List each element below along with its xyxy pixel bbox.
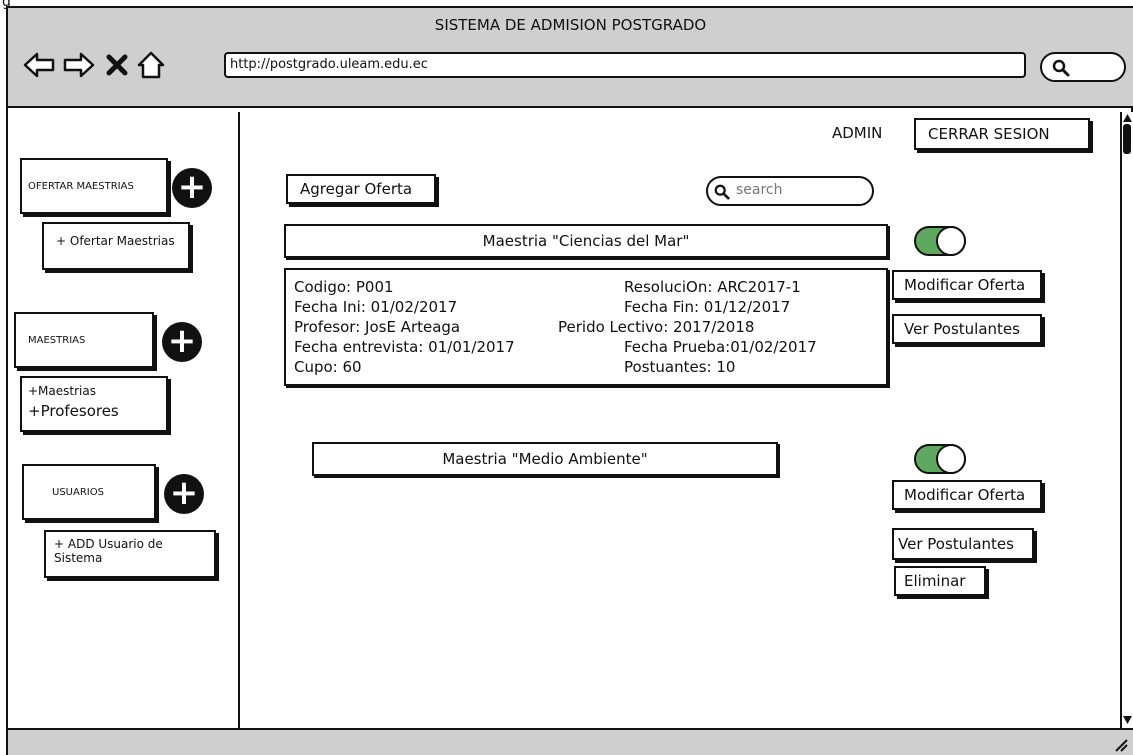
sidebar-item-add-usuario[interactable]: + ADD Usuario de Sistema bbox=[44, 530, 216, 578]
delete-offer-button[interactable]: Eliminar bbox=[894, 566, 986, 596]
browser-chrome: SISTEMA DE ADMISION POSTGRADO http://pos… bbox=[8, 8, 1133, 108]
user-label: ADMIN bbox=[832, 124, 883, 142]
modify-offer-button[interactable]: Modificar Oferta bbox=[892, 270, 1042, 300]
address-bar[interactable]: http://postgrado.uleam.edu.ec bbox=[224, 52, 1026, 78]
browser-window: SISTEMA DE ADMISION POSTGRADO http://pos… bbox=[6, 6, 1133, 755]
offer-periodo: Perido Lectivo: 2017/2018 bbox=[558, 318, 755, 336]
add-maestria-icon[interactable]: + bbox=[162, 322, 202, 362]
offer-fecha-prueba: Fecha Prueba:01/02/2017 bbox=[624, 338, 817, 356]
search-input[interactable]: search bbox=[706, 176, 874, 206]
status-bar bbox=[8, 728, 1133, 755]
add-usuario-icon[interactable]: + bbox=[164, 474, 204, 514]
modify-offer-button[interactable]: Modificar Oferta bbox=[892, 480, 1042, 510]
add-oferta-icon[interactable]: + bbox=[172, 168, 212, 208]
sidebar-section-ofertar-maestrias[interactable]: OFERTAR MAESTRIAS bbox=[20, 158, 168, 214]
forward-arrow-icon bbox=[63, 52, 95, 78]
forward-button[interactable] bbox=[62, 48, 96, 82]
window-title: SISTEMA DE ADMISION POSTGRADO bbox=[434, 16, 707, 34]
sidebar-item-label: + ADD Usuario de Sistema bbox=[54, 537, 163, 565]
close-icon bbox=[106, 54, 128, 76]
search-icon bbox=[714, 184, 730, 200]
sidebar-section-usuarios[interactable]: USUARIOS bbox=[22, 464, 156, 520]
offer-title-bar: Maestria "Ciencias del Mar" bbox=[284, 224, 888, 258]
toggle-knob bbox=[936, 444, 966, 474]
scroll-down-arrow-icon bbox=[1123, 716, 1132, 724]
sidebar-section-maestrias[interactable]: MAESTRIAS bbox=[14, 312, 154, 368]
scrollbar-thumb[interactable] bbox=[1123, 124, 1131, 154]
toggle-knob bbox=[936, 226, 966, 256]
offer-fecha-entrevista: Fecha entrevista: 01/01/2017 bbox=[294, 338, 515, 356]
sidebar: OFERTAR MAESTRIAS + + Ofertar Maestrias … bbox=[8, 112, 240, 731]
back-button[interactable] bbox=[22, 48, 56, 82]
home-button[interactable] bbox=[134, 48, 168, 82]
offer-cupo: Cupo: 60 bbox=[294, 358, 362, 376]
offer-toggle[interactable] bbox=[914, 226, 966, 256]
logout-button[interactable]: CERRAR SESION bbox=[914, 118, 1090, 150]
view-applicants-button[interactable]: Ver Postulantes bbox=[892, 528, 1034, 560]
sidebar-item-group-maestrias: +Maestrias +Profesores bbox=[20, 376, 168, 432]
offer-details-card: Codigo: P001 ResoluciOn: ARC2017-1 Fecha… bbox=[284, 268, 888, 386]
offer-resolucion: ResoluciOn: ARC2017-1 bbox=[624, 278, 801, 296]
home-icon bbox=[137, 51, 165, 79]
offer-profesor: Profesor: JosE Arteaga bbox=[294, 318, 461, 336]
sidebar-section-label: OFERTAR MAESTRIAS bbox=[28, 180, 134, 192]
sidebar-item-profesores[interactable]: +Profesores bbox=[28, 402, 166, 420]
browser-search-button[interactable] bbox=[1040, 52, 1126, 82]
add-offer-button[interactable]: Agregar Oferta bbox=[286, 174, 436, 204]
offer-postulantes: Postuantes: 10 bbox=[624, 358, 736, 376]
offer-fecha-fin: Fecha Fin: 01/12/2017 bbox=[624, 298, 791, 316]
sidebar-item-maestrias[interactable]: +Maestrias bbox=[28, 384, 166, 398]
vertical-scrollbar[interactable] bbox=[1120, 112, 1133, 728]
offer-fecha-ini: Fecha Ini: 01/02/2017 bbox=[294, 298, 458, 316]
resize-grip-icon[interactable] bbox=[1112, 736, 1128, 752]
offer-toggle[interactable] bbox=[914, 444, 966, 474]
search-placeholder: search bbox=[736, 182, 783, 198]
sidebar-item-ofertar-maestrias[interactable]: + Ofertar Maestrias bbox=[42, 222, 190, 270]
offer-title: Maestria "Medio Ambiente" bbox=[442, 450, 648, 468]
stop-button[interactable] bbox=[100, 48, 134, 82]
offer-title: Maestria "Ciencias del Mar" bbox=[482, 232, 690, 250]
offer-title-bar: Maestria "Medio Ambiente" bbox=[312, 442, 778, 476]
offer-codigo: Codigo: P001 bbox=[294, 278, 394, 296]
view-applicants-button[interactable]: Ver Postulantes bbox=[892, 314, 1042, 344]
sidebar-section-label: MAESTRIAS bbox=[28, 334, 86, 346]
back-arrow-icon bbox=[23, 52, 55, 78]
scroll-up-arrow-icon bbox=[1123, 114, 1132, 122]
sidebar-section-label: USUARIOS bbox=[52, 486, 104, 498]
search-icon bbox=[1052, 59, 1070, 77]
sidebar-item-label: + Ofertar Maestrias bbox=[56, 234, 175, 248]
